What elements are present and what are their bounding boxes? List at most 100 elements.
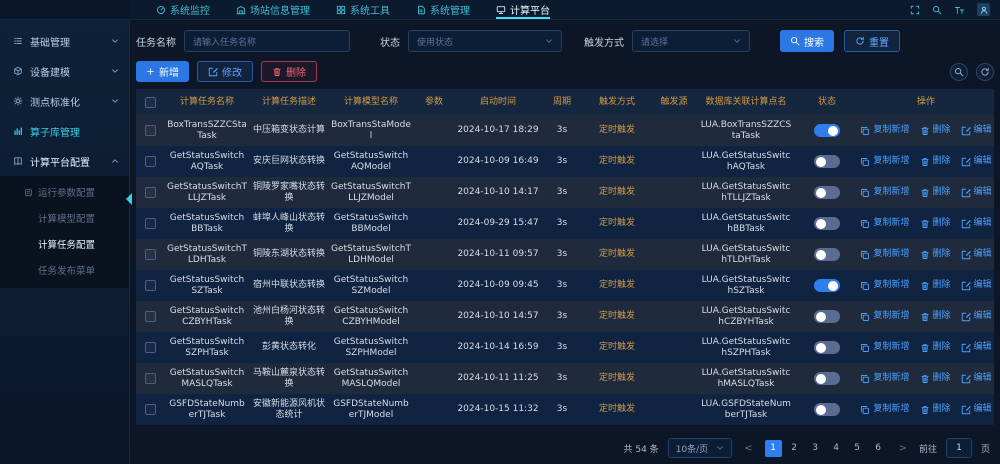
status-toggle[interactable] [814,217,840,230]
task-name-input[interactable]: 请输入任务名称 [184,30,350,52]
add-button[interactable]: 新增 [136,61,189,82]
status-toggle[interactable] [814,124,840,137]
copy-add-button[interactable]: 复制新增 [860,187,909,198]
row-delete-button[interactable]: 删除 [920,342,951,353]
status-toggle[interactable] [814,310,840,323]
page-numbers: 123456 [765,440,887,457]
model-name-cell: GetStatusSwitchAQModel [328,146,414,177]
list-icon [13,36,23,46]
search-icon[interactable] [932,5,942,15]
next-page-button[interactable]: > [896,443,910,454]
row-checkbox[interactable] [145,373,156,384]
page-number-5[interactable]: 5 [849,440,866,457]
select-all-checkbox[interactable] [145,97,156,108]
row-edit-button[interactable]: 编辑 [961,156,992,167]
jump-page-input[interactable]: 1 [946,438,972,458]
sidebar-item-point-standard[interactable]: 测点标准化 [0,86,129,116]
row-delete-button[interactable]: 删除 [920,311,951,322]
table-row: GetStatusSwitchTLLJZTask铜陵罗家嘴状态转换GetStat… [136,177,994,208]
row-delete-button[interactable]: 删除 [920,280,951,291]
row-edit-button[interactable]: 编辑 [961,249,992,260]
copy-add-button[interactable]: 复制新增 [860,342,909,353]
status-toggle[interactable] [814,186,840,199]
page-size-select[interactable]: 10条/页 [668,438,733,458]
refresh-table-button[interactable] [976,63,994,81]
row-checkbox[interactable] [145,156,156,167]
task-desc-cell: 铜陵罗家嘴状态转换 [250,177,328,208]
prev-page-button[interactable]: < [741,443,755,454]
sidebar-item-platform-config[interactable]: 计算平台配置 [0,146,129,176]
row-checkbox[interactable] [145,125,156,136]
sidebar-item-operator-lib[interactable]: 算子库管理 [0,116,129,146]
row-checkbox[interactable] [145,187,156,198]
page-number-2[interactable]: 2 [786,440,803,457]
start-time-cell: 2024-10-14 16:59 [454,332,542,363]
nav-item-system-monitor[interactable]: 系统监控 [156,0,210,19]
table-row: GetStatusSwitchBBTask蚌埠人峰山状态转换GetStatusS… [136,208,994,239]
page-number-3[interactable]: 3 [807,440,824,457]
fullscreen-icon[interactable] [910,5,920,15]
copy-add-button[interactable]: 复制新增 [860,280,909,291]
nav-item-compute-platform[interactable]: 计算平台 [496,0,550,19]
row-checkbox[interactable] [145,218,156,229]
status-cell [796,115,858,146]
sidebar-subitem-task-publish-menu[interactable]: 任务发布菜单 [0,257,129,283]
nav-item-system-manage[interactable]: 系统管理 [416,0,470,19]
copy-add-button[interactable]: 复制新增 [860,218,909,229]
copy-add-button[interactable]: 复制新增 [860,249,909,260]
row-checkbox[interactable] [145,311,156,322]
row-delete-button[interactable]: 删除 [920,404,951,415]
sidebar-subitem-model-config[interactable]: 计算模型配置 [0,205,129,231]
page-number-1[interactable]: 1 [765,440,782,457]
copy-add-button[interactable]: 复制新增 [860,373,909,384]
status-toggle[interactable] [814,248,840,261]
show-search-button[interactable] [950,63,968,81]
row-edit-button[interactable]: 编辑 [961,373,992,384]
row-delete-button[interactable]: 删除 [920,373,951,384]
row-edit-button[interactable]: 编辑 [961,404,992,415]
copy-add-button[interactable]: 复制新增 [860,311,909,322]
row-edit-button[interactable]: 编辑 [961,311,992,322]
status-toggle[interactable] [814,403,840,416]
row-delete-button[interactable]: 删除 [920,249,951,260]
sidebar-subitem-task-config[interactable]: 计算任务配置 [0,231,129,257]
reset-button[interactable]: 重置 [844,30,900,52]
status-toggle[interactable] [814,372,840,385]
copy-add-button[interactable]: 复制新增 [860,125,909,136]
status-toggle[interactable] [814,341,840,354]
search-button[interactable]: 搜索 [780,30,834,52]
copy-add-button[interactable]: 复制新增 [860,156,909,167]
copy-add-button[interactable]: 复制新增 [860,404,909,415]
row-delete-button[interactable]: 删除 [920,218,951,229]
row-delete-button[interactable]: 删除 [920,125,951,136]
row-checkbox[interactable] [145,404,156,415]
delete-button[interactable]: 删除 [261,61,317,82]
nav-item-station-info[interactable]: 场站信息管理 [236,0,310,19]
row-edit-button[interactable]: 编辑 [961,342,992,353]
sidebar-subitem-run-param-config[interactable]: 运行参数配置 [0,179,129,205]
row-edit-button[interactable]: 编辑 [961,125,992,136]
sidebar-collapse-handle[interactable] [126,193,132,205]
row-checkbox[interactable] [145,342,156,353]
edit-button[interactable]: 修改 [197,61,253,82]
trash-icon [920,157,930,167]
row-edit-button[interactable]: 编辑 [961,280,992,291]
row-delete-button[interactable]: 删除 [920,156,951,167]
page-number-6[interactable]: 6 [870,440,887,457]
nav-item-label: 系统监控 [170,2,210,17]
row-checkbox[interactable] [145,249,156,260]
sidebar-item-device-model[interactable]: 设备建模 [0,56,129,86]
status-toggle[interactable] [814,279,840,292]
font-size-icon[interactable] [954,5,965,15]
status-toggle[interactable] [814,155,840,168]
row-edit-button[interactable]: 编辑 [961,187,992,198]
status-select[interactable]: 使用状态 [408,30,562,52]
avatar[interactable] [977,3,990,16]
row-checkbox[interactable] [145,280,156,291]
row-delete-button[interactable]: 删除 [920,187,951,198]
nav-item-system-tools[interactable]: 系统工具 [336,0,390,19]
row-edit-button[interactable]: 编辑 [961,218,992,229]
page-number-4[interactable]: 4 [828,440,845,457]
sidebar-item-base-manage[interactable]: 基础管理 [0,26,129,56]
trigger-mode-select[interactable]: 请选择 [632,30,750,52]
